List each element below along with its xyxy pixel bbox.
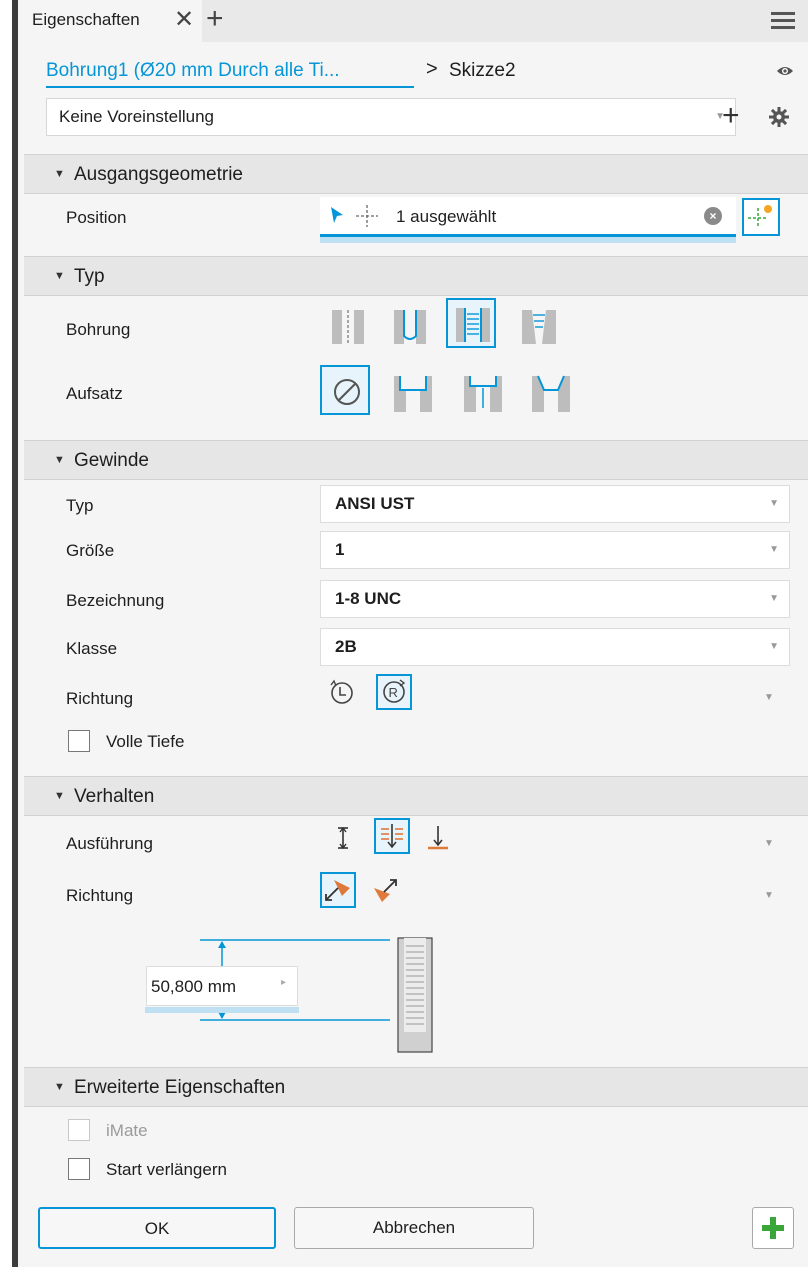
section-behavior[interactable]: ▼ Verhalten — [24, 776, 808, 816]
breadcrumb-sketch[interactable]: Skizze2 — [449, 60, 516, 82]
collapse-triangle-icon: ▼ — [54, 454, 65, 466]
thread-direction-label: Richtung — [66, 689, 134, 708]
position-value: 1 ausgewählt — [396, 207, 497, 226]
chevron-right-icon[interactable]: ▸ — [281, 977, 286, 988]
plus-icon — [762, 1217, 784, 1239]
section-thread[interactable]: ▼ Gewinde — [24, 440, 808, 480]
breadcrumb-underline — [46, 86, 414, 88]
section-input-geometry[interactable]: ▼ Ausgangsgeometrie — [24, 154, 808, 194]
imate-label: iMate — [106, 1121, 148, 1140]
section-title: Erweiterte Eigenschaften — [74, 1077, 286, 1098]
imate-checkbox — [68, 1119, 90, 1141]
breadcrumb-feature-link[interactable]: Bohrung1 (Ø20 mm Durch alle Ti... — [46, 60, 340, 82]
title-bar: Eigenschaften ✕ + — [24, 0, 808, 42]
tapped-hole-icon[interactable] — [446, 298, 496, 348]
preset-dropdown[interactable]: Keine Voreinstellung ▼ — [46, 98, 736, 136]
ok-button[interactable]: OK — [38, 1207, 276, 1249]
section-title: Verhalten — [74, 786, 155, 807]
termination-label: Ausführung — [66, 834, 153, 853]
thread-type-value: ANSI UST — [335, 494, 415, 513]
clear-icon[interactable]: × — [704, 207, 722, 225]
thread-size-dropdown[interactable]: 1 ▼ — [320, 531, 790, 569]
simple-hole-icon[interactable] — [324, 302, 374, 352]
preset-value: Keine Voreinstellung — [59, 107, 215, 126]
thread-designation-label: Bezeichnung — [66, 591, 165, 610]
full-depth-label: Volle Tiefe — [106, 732, 185, 751]
apply-add-button[interactable] — [752, 1207, 794, 1249]
collapse-triangle-icon: ▼ — [54, 790, 65, 802]
default-direction-icon[interactable] — [320, 872, 356, 908]
to-face-icon[interactable] — [422, 822, 458, 858]
chevron-down-icon[interactable]: ▼ — [764, 890, 774, 901]
thread-type-dropdown[interactable]: ANSI UST ▼ — [320, 485, 790, 523]
properties-panel: Eigenschaften ✕ + Bohrung1 (Ø20 mm Durch… — [24, 0, 808, 1267]
svg-text:R: R — [389, 685, 398, 700]
section-title: Ausgangsgeometrie — [74, 164, 243, 185]
add-point-icon — [748, 205, 772, 228]
behavior-direction-label: Richtung — [66, 886, 134, 905]
collapse-triangle-icon: ▼ — [54, 1081, 65, 1093]
chevron-down-icon: ▼ — [769, 544, 779, 555]
close-icon[interactable]: ✕ — [174, 5, 194, 35]
eye-icon[interactable] — [776, 62, 794, 80]
extend-start-checkbox[interactable] — [68, 1158, 90, 1180]
section-title: Typ — [74, 266, 105, 287]
position-selector[interactable]: 1 ausgewählt × — [320, 197, 736, 243]
countersink-icon[interactable] — [526, 368, 576, 418]
thread-designation-dropdown[interactable]: 1-8 UNC ▼ — [320, 580, 790, 618]
spotface-icon[interactable] — [458, 368, 508, 418]
depth-input[interactable]: 50,800 mm ▸ — [145, 966, 299, 1013]
chevron-down-icon: ▼ — [769, 498, 779, 509]
left-hand-thread-icon[interactable] — [326, 677, 362, 713]
thread-type-label: Typ — [66, 496, 94, 515]
chevron-down-icon: ▼ — [769, 593, 779, 604]
chevron-down-icon[interactable]: ▼ — [764, 692, 774, 703]
sketch-point-icon — [356, 205, 378, 227]
window-edge — [0, 0, 18, 1267]
distance-icon[interactable] — [328, 822, 364, 858]
thread-size-value: 1 — [335, 540, 345, 559]
through-all-icon[interactable] — [374, 818, 410, 854]
position-label: Position — [66, 208, 127, 227]
thread-class-dropdown[interactable]: 2B ▼ — [320, 628, 790, 666]
select-arrow-icon — [331, 207, 343, 223]
hole-type-label: Bohrung — [66, 320, 131, 339]
flip-direction-icon[interactable] — [370, 874, 406, 910]
chevron-down-icon[interactable]: ▼ — [764, 838, 774, 849]
seat-type-label: Aufsatz — [66, 384, 123, 403]
right-hand-thread-icon[interactable]: R — [376, 674, 412, 710]
add-point-button[interactable] — [742, 198, 780, 236]
clearance-hole-icon[interactable] — [386, 302, 436, 352]
thread-designation-value: 1-8 UNC — [335, 589, 402, 608]
depth-value: 50,800 mm — [151, 977, 237, 996]
tab-eigenschaften[interactable]: Eigenschaften ✕ — [24, 0, 202, 42]
thread-size-label: Größe — [66, 541, 115, 560]
collapse-triangle-icon: ▼ — [54, 270, 65, 282]
cancel-button[interactable]: Abbrechen — [294, 1207, 534, 1249]
section-title: Gewinde — [74, 450, 149, 471]
hamburger-menu-icon[interactable] — [771, 12, 795, 30]
chevron-down-icon: ▼ — [769, 641, 779, 652]
taper-tapped-hole-icon[interactable] — [514, 302, 564, 352]
extend-start-label: Start verlängern — [106, 1160, 227, 1179]
full-depth-checkbox[interactable] — [68, 730, 90, 752]
collapse-triangle-icon: ▼ — [54, 168, 65, 180]
thread-class-value: 2B — [335, 637, 357, 656]
thread-class-label: Klasse — [66, 639, 118, 658]
no-seat-icon[interactable] — [320, 365, 370, 415]
tab-label: Eigenschaften — [32, 10, 140, 29]
section-advanced[interactable]: ▼ Erweiterte Eigenschaften — [24, 1067, 808, 1107]
counterbore-icon[interactable] — [388, 368, 438, 418]
section-type[interactable]: ▼ Typ — [24, 256, 808, 296]
gear-icon[interactable] — [768, 106, 790, 128]
plus-icon[interactable]: + — [722, 98, 740, 134]
plus-icon[interactable]: + — [206, 2, 224, 36]
chevron-right-icon: > — [426, 58, 438, 80]
